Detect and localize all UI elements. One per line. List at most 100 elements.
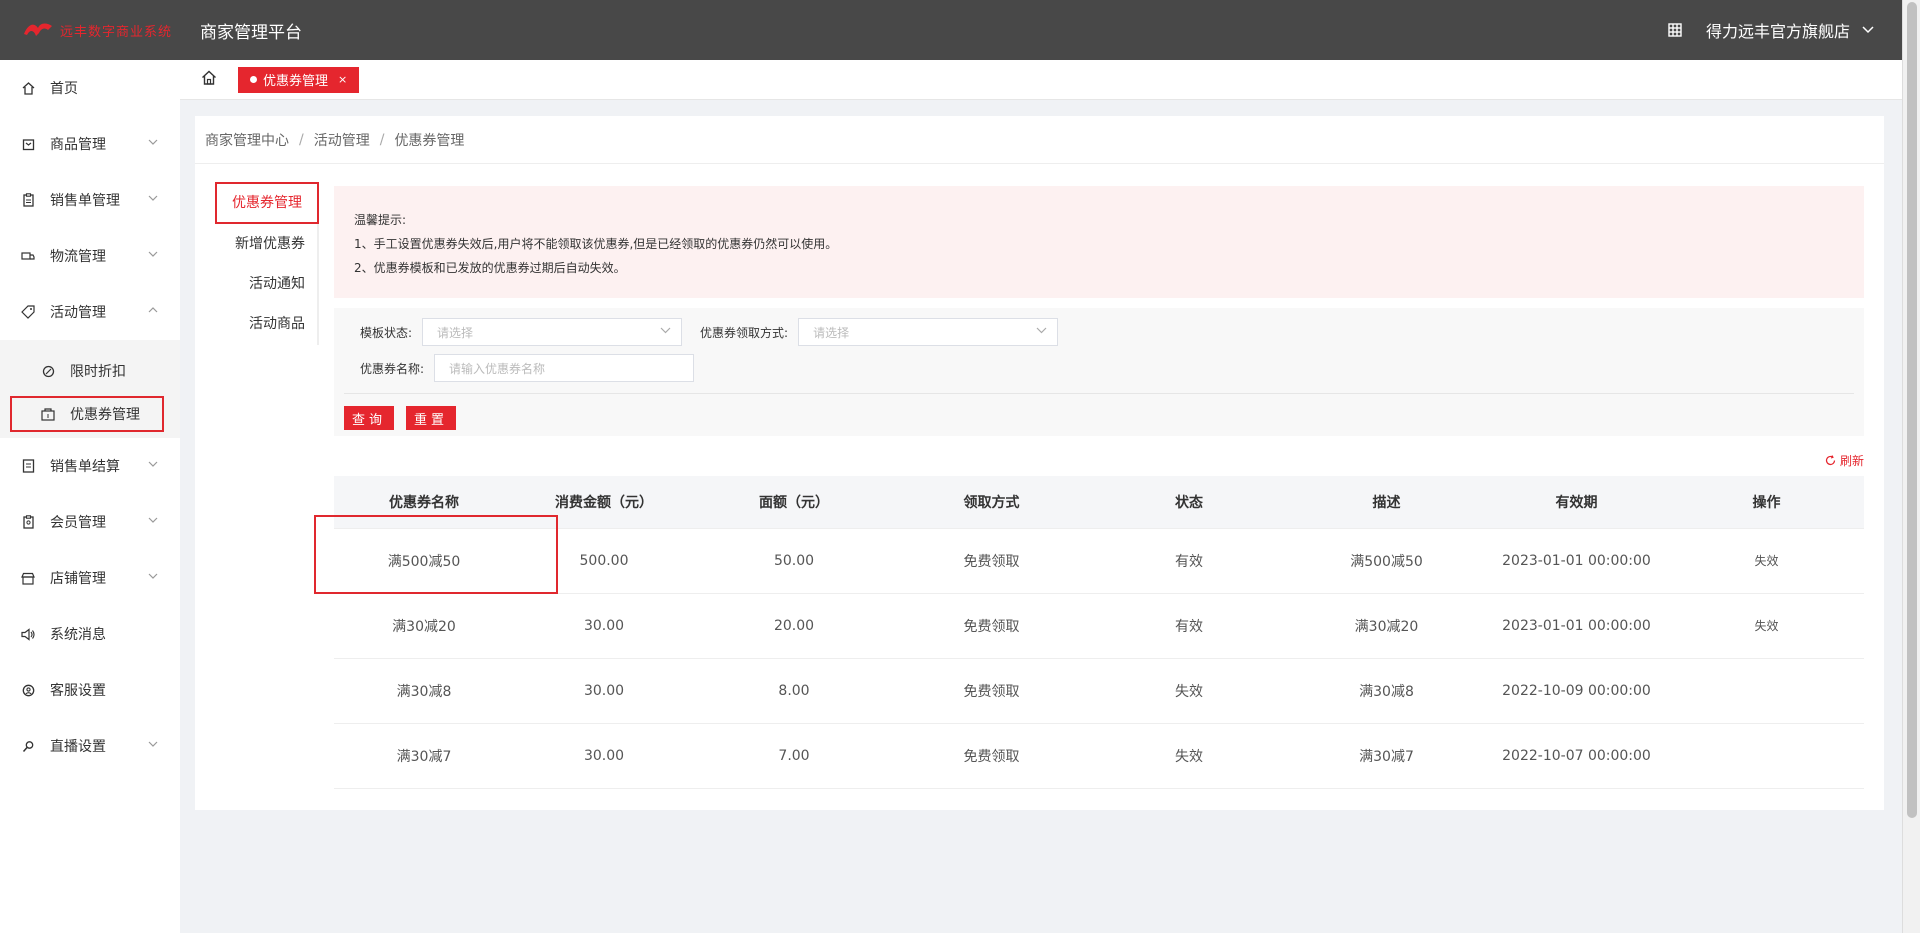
table-row: 满30减20 30.00 20.00 免费领取 有效 满30减20 2023-0… bbox=[334, 593, 1864, 659]
coupon-table: 优惠券名称 消费金额（元） 面额（元） 领取方式 状态 描述 有效期 操作 满5… bbox=[334, 476, 1864, 789]
cell-face-value: 7.00 bbox=[694, 723, 894, 789]
tabs-bar: 优惠券管理 × bbox=[180, 60, 1902, 100]
shop-icon bbox=[20, 570, 36, 586]
cell-min-spend: 30.00 bbox=[514, 593, 694, 659]
sidebar-item-shop[interactable]: 店铺管理 bbox=[0, 550, 180, 606]
sidebar-item-label: 商品管理 bbox=[50, 137, 106, 153]
column-header: 状态 bbox=[1089, 476, 1289, 529]
cell-face-value: 50.00 bbox=[694, 528, 894, 594]
sidebar-item-label: 物流管理 bbox=[50, 249, 106, 265]
chevron-down-icon bbox=[148, 195, 158, 201]
column-header: 有效期 bbox=[1484, 476, 1669, 529]
cell-description: 满30减20 bbox=[1289, 593, 1484, 659]
tab-coupon-management[interactable]: 优惠券管理 × bbox=[238, 66, 360, 93]
refresh-label: 刷新 bbox=[1839, 454, 1864, 468]
sidebar-item-logistics[interactable]: 物流管理 bbox=[0, 228, 180, 284]
cell-description: 满30减7 bbox=[1289, 723, 1484, 789]
cell-coupon-name: 满30减20 bbox=[334, 593, 514, 659]
sidebar-subitem-coupon[interactable]: 优惠券管理 bbox=[10, 396, 164, 432]
sidebar-item-label: 会员管理 bbox=[50, 515, 106, 531]
tip-line: 2、优惠券模板和已发放的优惠券过期后自动失效。 bbox=[354, 261, 626, 275]
chevron-down-icon bbox=[148, 741, 158, 747]
content-card: 商家管理中心 / 活动管理 / 优惠券管理 优惠券管理 新增优惠券 活动通知 活… bbox=[195, 116, 1884, 810]
sidebar-item-settlement[interactable]: 销售单结算 bbox=[0, 438, 180, 494]
discount-icon bbox=[40, 363, 56, 379]
cell-min-spend: 30.00 bbox=[514, 723, 694, 789]
qr-grid-icon[interactable] bbox=[1668, 23, 1682, 37]
chevron-down-icon bbox=[148, 251, 158, 257]
subnav-activity-notice[interactable]: 活动通知 bbox=[219, 264, 317, 304]
sidebar-item-label: 销售单管理 bbox=[50, 193, 120, 209]
activity-submenu: 限时折扣 优惠券管理 bbox=[0, 340, 180, 438]
page-scrollbar[interactable] bbox=[1902, 0, 1920, 933]
cell-validity: 2023-01-01 00:00:00 bbox=[1484, 593, 1669, 659]
template-status-select[interactable]: 请选择 bbox=[422, 318, 683, 346]
sidebar-item-customer-service[interactable]: 客服设置 bbox=[0, 662, 180, 718]
tip-box: 温馨提示: 1、手工设置优惠券失效后,用户将不能领取该优惠券,但是已经领取的优惠… bbox=[334, 186, 1864, 298]
receive-method-select[interactable]: 请选择 bbox=[798, 318, 1059, 346]
refresh-button[interactable]: 刷新 bbox=[1825, 452, 1864, 469]
subnav-coupon-management[interactable]: 优惠券管理 bbox=[215, 182, 319, 224]
sidebar-item-live[interactable]: 直播设置 bbox=[0, 718, 180, 774]
cell-status: 失效 bbox=[1089, 723, 1289, 789]
chevron-down-icon bbox=[660, 327, 671, 334]
coupon-name-input[interactable]: 请输入优惠券名称 bbox=[434, 354, 695, 382]
template-status-label: 模板状态: bbox=[360, 325, 413, 340]
sidebar-item-members[interactable]: 会员管理 bbox=[0, 494, 180, 550]
chevron-down-icon bbox=[148, 139, 158, 145]
cell-validity: 2022-10-07 00:00:00 bbox=[1484, 723, 1669, 789]
active-dot-icon bbox=[250, 76, 257, 83]
box-icon bbox=[20, 136, 36, 152]
cell-status: 有效 bbox=[1089, 593, 1289, 659]
reset-button[interactable]: 重置 bbox=[406, 406, 456, 430]
home-tab[interactable] bbox=[180, 60, 238, 100]
breadcrumb-item: 优惠券管理 bbox=[394, 132, 465, 149]
chevron-up-icon bbox=[148, 307, 158, 313]
logo-text: 远丰数字商业系统 bbox=[60, 24, 173, 40]
sidebar-item-home[interactable]: 首页 bbox=[0, 60, 180, 116]
subnav-activity-goods[interactable]: 活动商品 bbox=[219, 304, 317, 344]
cell-receive-method: 免费领取 bbox=[894, 528, 1089, 594]
scrollbar-thumb[interactable] bbox=[1907, 2, 1917, 818]
chevron-down-icon bbox=[1036, 327, 1047, 334]
sidebar-item-label: 首页 bbox=[50, 81, 78, 97]
invalidate-link[interactable]: 失效 bbox=[1669, 528, 1864, 594]
sidebar-subitem-flash-discount[interactable]: 限时折扣 bbox=[0, 346, 180, 396]
sidebar-item-label: 销售单结算 bbox=[50, 459, 120, 475]
cell-face-value: 20.00 bbox=[694, 593, 894, 659]
sidebar-item-label: 直播设置 bbox=[50, 739, 106, 755]
subnav-add-coupon[interactable]: 新增优惠券 bbox=[219, 224, 317, 264]
coupon-name-label: 优惠券名称: bbox=[360, 361, 425, 376]
table-header-row: 优惠券名称 消费金额（元） 面额（元） 领取方式 状态 描述 有效期 操作 bbox=[334, 476, 1864, 529]
close-icon[interactable]: × bbox=[338, 73, 347, 86]
annotation-highlight-box bbox=[314, 515, 558, 594]
sidebar-item-label: 系统消息 bbox=[50, 627, 106, 643]
query-button[interactable]: 查询 bbox=[344, 406, 394, 430]
sidebar-item-sales-orders[interactable]: 销售单管理 bbox=[0, 172, 180, 228]
user-name[interactable]: 得力远丰官方旗舰店 bbox=[1706, 18, 1850, 42]
top-header: 远丰数字商业系统 商家管理平台 得力远丰官方旗舰店 bbox=[0, 0, 1902, 60]
cell-receive-method: 免费领取 bbox=[894, 658, 1089, 724]
breadcrumb-item[interactable]: 商家管理中心 bbox=[205, 130, 289, 150]
filter-panel: 模板状态: 请选择 优惠券领取方式: 请选择 优惠券名称: 请输入优惠券名称 查… bbox=[334, 308, 1864, 436]
platform-title: 商家管理平台 bbox=[200, 22, 302, 43]
sidebar-item-label: 活动管理 bbox=[50, 305, 106, 321]
cell-validity: 2022-10-09 00:00:00 bbox=[1484, 658, 1669, 724]
column-header: 面额（元） bbox=[694, 476, 894, 529]
breadcrumb-item[interactable]: 活动管理 bbox=[314, 130, 370, 150]
cell-face-value: 8.00 bbox=[694, 658, 894, 724]
sidebar-item-goods[interactable]: 商品管理 bbox=[0, 116, 180, 172]
cell-status: 有效 bbox=[1089, 528, 1289, 594]
sidebar-item-label: 客服设置 bbox=[50, 683, 106, 699]
cell-description: 满30减8 bbox=[1289, 658, 1484, 724]
clipboard-icon bbox=[20, 192, 36, 208]
tip-line: 1、手工设置优惠券失效后,用户将不能领取该优惠券,但是已经领取的优惠券仍然可以使… bbox=[354, 237, 838, 251]
tag-icon bbox=[20, 304, 36, 320]
invalidate-link[interactable]: 失效 bbox=[1669, 593, 1864, 659]
sidebar-item-messages[interactable]: 系统消息 bbox=[0, 606, 180, 662]
cell-operation bbox=[1669, 723, 1864, 789]
tip-title: 温馨提示: bbox=[354, 213, 407, 227]
logo[interactable]: 远丰数字商业系统 bbox=[0, 20, 200, 40]
sidebar-item-activity[interactable]: 活动管理 bbox=[0, 284, 180, 340]
chevron-down-icon[interactable] bbox=[1862, 26, 1874, 34]
